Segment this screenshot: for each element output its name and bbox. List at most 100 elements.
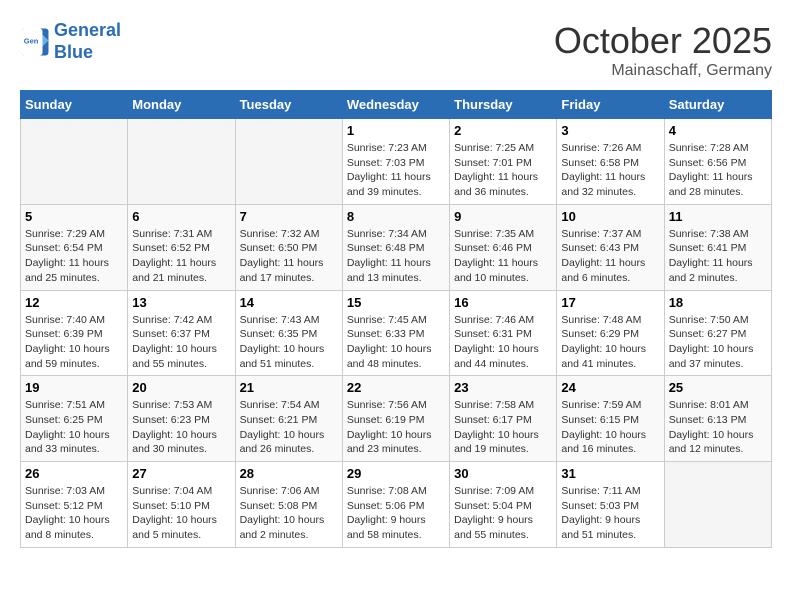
calendar-cell: 9 Sunrise: 7:35 AM Sunset: 6:46 PM Dayli… bbox=[450, 204, 557, 290]
title-block: October 2025 Mainaschaff, Germany bbox=[554, 20, 772, 80]
weekday-header: Thursday bbox=[450, 91, 557, 119]
calendar-cell: 21 Sunrise: 7:54 AM Sunset: 6:21 PM Dayl… bbox=[235, 376, 342, 462]
calendar-cell: 6 Sunrise: 7:31 AM Sunset: 6:52 PM Dayli… bbox=[128, 204, 235, 290]
location-subtitle: Mainaschaff, Germany bbox=[554, 62, 772, 80]
logo-line2: Blue bbox=[54, 42, 121, 64]
daylight-label: Daylight: 10 hours and 8 minutes. bbox=[25, 514, 110, 541]
sunrise-label: Sunrise: 7:46 AM bbox=[454, 314, 534, 326]
sunset-label: Sunset: 6:13 PM bbox=[669, 414, 747, 426]
calendar-week-row: 1 Sunrise: 7:23 AM Sunset: 7:03 PM Dayli… bbox=[21, 119, 772, 205]
day-info: Sunrise: 7:26 AM Sunset: 6:58 PM Dayligh… bbox=[561, 141, 659, 200]
day-info: Sunrise: 7:08 AM Sunset: 5:06 PM Dayligh… bbox=[347, 484, 445, 543]
calendar-cell bbox=[235, 119, 342, 205]
day-number: 28 bbox=[240, 466, 338, 481]
calendar-week-row: 26 Sunrise: 7:03 AM Sunset: 5:12 PM Dayl… bbox=[21, 462, 772, 548]
day-number: 10 bbox=[561, 209, 659, 224]
sunset-label: Sunset: 6:33 PM bbox=[347, 328, 425, 340]
sunset-label: Sunset: 6:23 PM bbox=[132, 414, 210, 426]
calendar-cell bbox=[128, 119, 235, 205]
sunset-label: Sunset: 6:21 PM bbox=[240, 414, 318, 426]
sunset-label: Sunset: 6:15 PM bbox=[561, 414, 639, 426]
sunrise-label: Sunrise: 7:50 AM bbox=[669, 314, 749, 326]
calendar-week-row: 12 Sunrise: 7:40 AM Sunset: 6:39 PM Dayl… bbox=[21, 290, 772, 376]
calendar-cell bbox=[21, 119, 128, 205]
day-info: Sunrise: 7:42 AM Sunset: 6:37 PM Dayligh… bbox=[132, 313, 230, 372]
logo-text: General Blue bbox=[54, 20, 121, 63]
day-number: 15 bbox=[347, 295, 445, 310]
day-number: 9 bbox=[454, 209, 552, 224]
calendar-table: SundayMondayTuesdayWednesdayThursdayFrid… bbox=[20, 90, 772, 548]
day-number: 23 bbox=[454, 380, 552, 395]
sunrise-label: Sunrise: 7:37 AM bbox=[561, 228, 641, 240]
sunrise-label: Sunrise: 7:38 AM bbox=[669, 228, 749, 240]
sunset-label: Sunset: 6:48 PM bbox=[347, 242, 425, 254]
sunrise-label: Sunrise: 7:56 AM bbox=[347, 399, 427, 411]
weekday-header: Saturday bbox=[664, 91, 771, 119]
day-number: 5 bbox=[25, 209, 123, 224]
sunrise-label: Sunrise: 7:03 AM bbox=[25, 485, 105, 497]
day-info: Sunrise: 7:37 AM Sunset: 6:43 PM Dayligh… bbox=[561, 227, 659, 286]
day-number: 21 bbox=[240, 380, 338, 395]
daylight-label: Daylight: 11 hours and 2 minutes. bbox=[669, 257, 753, 284]
sunset-label: Sunset: 6:41 PM bbox=[669, 242, 747, 254]
daylight-label: Daylight: 10 hours and 12 minutes. bbox=[669, 429, 754, 456]
day-number: 22 bbox=[347, 380, 445, 395]
sunrise-label: Sunrise: 7:51 AM bbox=[25, 399, 105, 411]
sunrise-label: Sunrise: 7:40 AM bbox=[25, 314, 105, 326]
day-number: 24 bbox=[561, 380, 659, 395]
day-number: 20 bbox=[132, 380, 230, 395]
calendar-header-row: SundayMondayTuesdayWednesdayThursdayFrid… bbox=[21, 91, 772, 119]
day-info: Sunrise: 7:59 AM Sunset: 6:15 PM Dayligh… bbox=[561, 398, 659, 457]
day-info: Sunrise: 7:46 AM Sunset: 6:31 PM Dayligh… bbox=[454, 313, 552, 372]
weekday-header: Wednesday bbox=[342, 91, 449, 119]
sunrise-label: Sunrise: 7:26 AM bbox=[561, 142, 641, 154]
day-number: 29 bbox=[347, 466, 445, 481]
daylight-label: Daylight: 10 hours and 33 minutes. bbox=[25, 429, 110, 456]
day-info: Sunrise: 7:23 AM Sunset: 7:03 PM Dayligh… bbox=[347, 141, 445, 200]
logo: Gen General Blue bbox=[20, 20, 121, 63]
calendar-cell: 14 Sunrise: 7:43 AM Sunset: 6:35 PM Dayl… bbox=[235, 290, 342, 376]
calendar-cell: 15 Sunrise: 7:45 AM Sunset: 6:33 PM Dayl… bbox=[342, 290, 449, 376]
calendar-cell: 22 Sunrise: 7:56 AM Sunset: 6:19 PM Dayl… bbox=[342, 376, 449, 462]
sunset-label: Sunset: 6:58 PM bbox=[561, 157, 639, 169]
daylight-label: Daylight: 10 hours and 55 minutes. bbox=[132, 343, 217, 370]
page-header: Gen General Blue October 2025 Mainaschaf… bbox=[20, 20, 772, 80]
daylight-label: Daylight: 10 hours and 5 minutes. bbox=[132, 514, 217, 541]
daylight-label: Daylight: 10 hours and 19 minutes. bbox=[454, 429, 539, 456]
weekday-header: Sunday bbox=[21, 91, 128, 119]
sunrise-label: Sunrise: 7:29 AM bbox=[25, 228, 105, 240]
day-info: Sunrise: 7:38 AM Sunset: 6:41 PM Dayligh… bbox=[669, 227, 767, 286]
calendar-cell: 28 Sunrise: 7:06 AM Sunset: 5:08 PM Dayl… bbox=[235, 462, 342, 548]
day-number: 12 bbox=[25, 295, 123, 310]
calendar-cell: 11 Sunrise: 7:38 AM Sunset: 6:41 PM Dayl… bbox=[664, 204, 771, 290]
daylight-label: Daylight: 10 hours and 16 minutes. bbox=[561, 429, 646, 456]
calendar-cell: 12 Sunrise: 7:40 AM Sunset: 6:39 PM Dayl… bbox=[21, 290, 128, 376]
sunset-label: Sunset: 6:27 PM bbox=[669, 328, 747, 340]
calendar-week-row: 19 Sunrise: 7:51 AM Sunset: 6:25 PM Dayl… bbox=[21, 376, 772, 462]
calendar-cell: 16 Sunrise: 7:46 AM Sunset: 6:31 PM Dayl… bbox=[450, 290, 557, 376]
sunset-label: Sunset: 5:03 PM bbox=[561, 500, 639, 512]
daylight-label: Daylight: 11 hours and 6 minutes. bbox=[561, 257, 645, 284]
daylight-label: Daylight: 10 hours and 30 minutes. bbox=[132, 429, 217, 456]
calendar-cell: 5 Sunrise: 7:29 AM Sunset: 6:54 PM Dayli… bbox=[21, 204, 128, 290]
sunrise-label: Sunrise: 7:43 AM bbox=[240, 314, 320, 326]
day-info: Sunrise: 7:09 AM Sunset: 5:04 PM Dayligh… bbox=[454, 484, 552, 543]
calendar-cell: 23 Sunrise: 7:58 AM Sunset: 6:17 PM Dayl… bbox=[450, 376, 557, 462]
weekday-header: Friday bbox=[557, 91, 664, 119]
sunrise-label: Sunrise: 7:06 AM bbox=[240, 485, 320, 497]
daylight-label: Daylight: 11 hours and 28 minutes. bbox=[669, 171, 753, 198]
sunset-label: Sunset: 6:46 PM bbox=[454, 242, 532, 254]
sunset-label: Sunset: 5:10 PM bbox=[132, 500, 210, 512]
day-number: 7 bbox=[240, 209, 338, 224]
sunrise-label: Sunrise: 7:42 AM bbox=[132, 314, 212, 326]
calendar-cell: 10 Sunrise: 7:37 AM Sunset: 6:43 PM Dayl… bbox=[557, 204, 664, 290]
calendar-cell: 31 Sunrise: 7:11 AM Sunset: 5:03 PM Dayl… bbox=[557, 462, 664, 548]
sunrise-label: Sunrise: 7:04 AM bbox=[132, 485, 212, 497]
calendar-cell: 30 Sunrise: 7:09 AM Sunset: 5:04 PM Dayl… bbox=[450, 462, 557, 548]
weekday-header: Monday bbox=[128, 91, 235, 119]
daylight-label: Daylight: 10 hours and 51 minutes. bbox=[240, 343, 325, 370]
sunset-label: Sunset: 5:04 PM bbox=[454, 500, 532, 512]
day-info: Sunrise: 7:45 AM Sunset: 6:33 PM Dayligh… bbox=[347, 313, 445, 372]
daylight-label: Daylight: 10 hours and 2 minutes. bbox=[240, 514, 325, 541]
day-number: 25 bbox=[669, 380, 767, 395]
